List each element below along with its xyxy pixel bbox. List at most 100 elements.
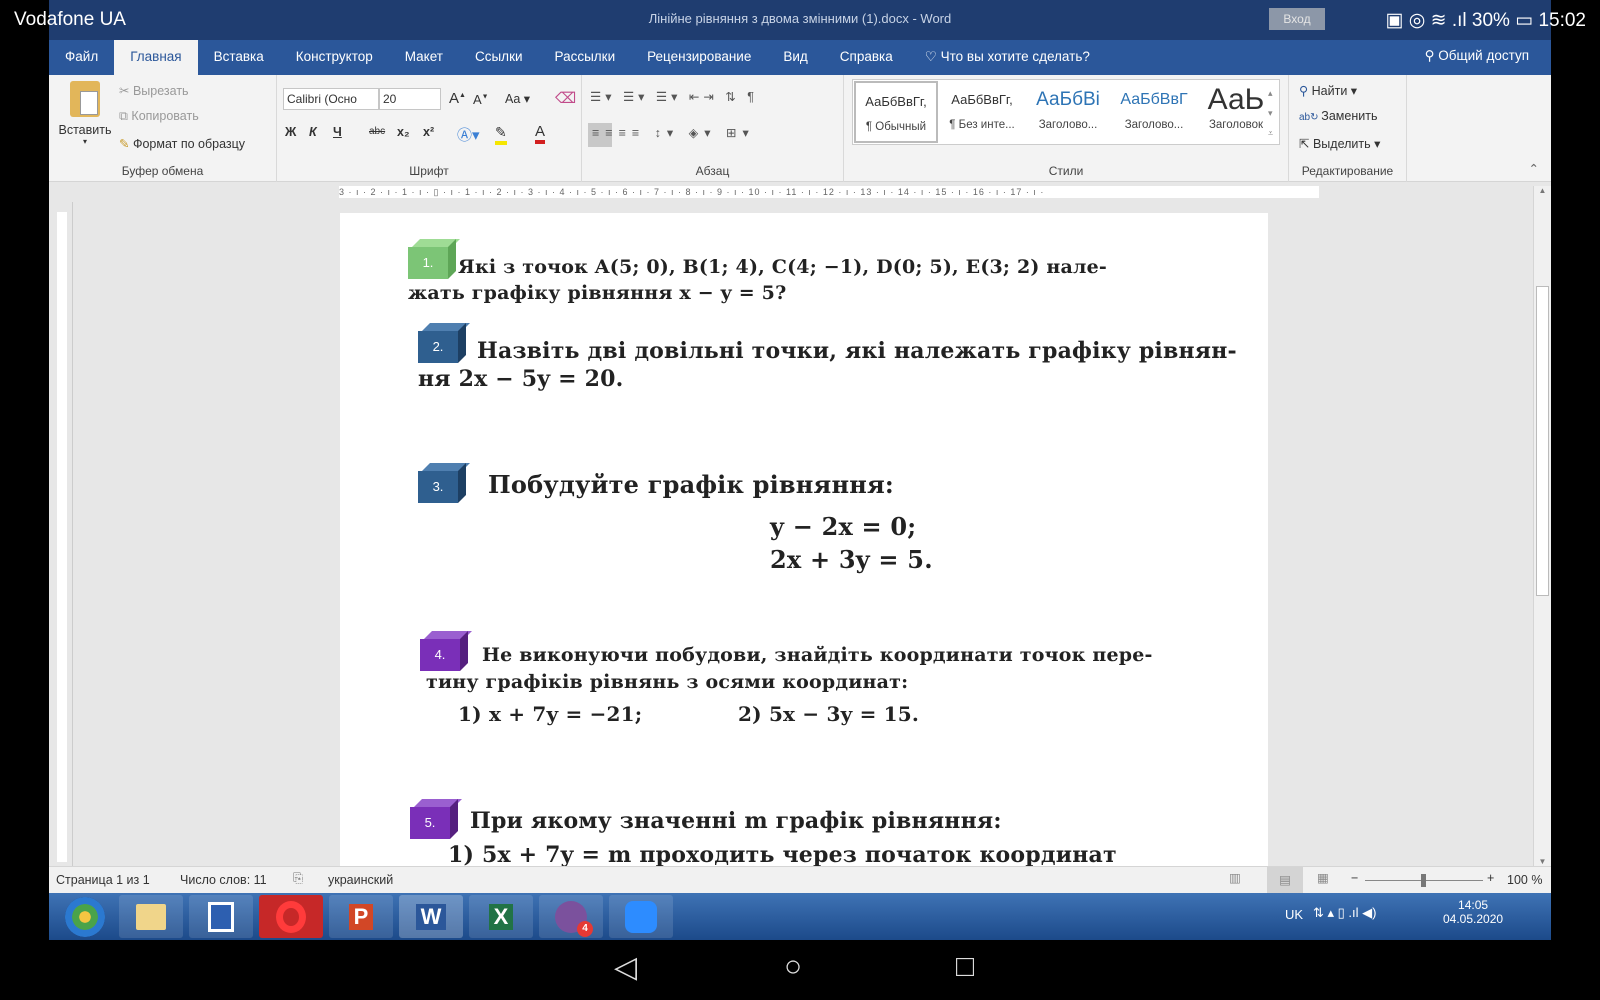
web-layout-icon[interactable]: ▦ — [1317, 870, 1329, 885]
proofing-icon[interactable]: ⎘ — [293, 871, 303, 886]
cut-button[interactable]: ✂ Вырезать — [119, 83, 189, 98]
shrink-font-button[interactable]: A▼ — [473, 92, 489, 107]
superscript-button[interactable]: x² — [423, 125, 434, 139]
strikethrough-button[interactable]: abc — [369, 126, 385, 137]
search-icon: ⚲ — [1299, 84, 1312, 98]
change-case-label: Aa — [505, 92, 521, 106]
subscript-button[interactable]: x₂ — [397, 125, 410, 139]
ribbon: Вставить ▾ ✂ Вырезать ⧉ Копировать ✎ Фор… — [49, 75, 1551, 182]
windows-logo-icon — [65, 896, 105, 937]
document-page[interactable]: 1. Які з точок A(5; 0), B(1; 4), C(4; −1… — [340, 213, 1268, 866]
tab-help[interactable]: Справка — [824, 40, 909, 75]
zoom-level[interactable]: 100 % — [1507, 873, 1542, 887]
clipboard-group-label: Буфер обмена — [121, 164, 204, 178]
select-button[interactable]: ⇱ Выделить ▾ — [1299, 136, 1380, 151]
powerpoint-icon: P — [348, 903, 374, 930]
find-button[interactable]: ⚲ Найти ▾ — [1299, 83, 1357, 98]
login-button[interactable]: Вход — [1269, 8, 1325, 30]
input-language[interactable]: UK — [1285, 907, 1303, 922]
page-count[interactable]: Страница 1 из 1 — [56, 873, 150, 887]
tab-review[interactable]: Рецензирование — [631, 40, 767, 75]
horizontal-ruler[interactable]: 3 · ı · 2 · ı · 1 · ı · ▯ · ı · 1 · ı · … — [49, 182, 1551, 202]
font-size-select[interactable]: 20 — [379, 88, 441, 110]
zoom-slider-thumb[interactable] — [1421, 874, 1426, 887]
recents-icon[interactable]: □ — [956, 950, 974, 984]
copy-button[interactable]: ⧉ Копировать — [119, 109, 199, 124]
clear-formatting-icon[interactable]: ⌫ — [555, 89, 576, 107]
style-normal[interactable]: АаБбВвГг, ¶ Обычный — [854, 81, 938, 143]
tab-view[interactable]: Вид — [767, 40, 823, 75]
home-icon[interactable]: ○ — [784, 950, 802, 984]
format-painter-button[interactable]: ✎ Формат по образцу — [119, 136, 245, 151]
styles-scroll[interactable]: ▴ ▾ ⩡ — [1268, 83, 1273, 143]
italic-button[interactable]: К — [309, 125, 317, 139]
format-painter-label: Формат по образцу — [132, 137, 246, 151]
tray-clock[interactable]: 14:05 04.05.2020 — [1443, 898, 1503, 926]
tab-design[interactable]: Конструктор — [280, 40, 389, 75]
style-heading-2[interactable]: АаБбВвГ Заголово... — [1112, 81, 1196, 143]
highlight-icon[interactable]: ✎ — [495, 124, 507, 145]
list-buttons[interactable]: ☰▾ ☰▾ ☰▾ ⇤⇥ ⇅ ¶ — [590, 89, 758, 104]
tab-references[interactable]: Ссылки — [459, 40, 539, 75]
font-color-icon[interactable]: A — [535, 123, 546, 144]
back-icon[interactable]: ◁ — [614, 950, 637, 985]
editing-group-label: Редактирование — [1301, 164, 1394, 178]
tray-icons[interactable]: ⇅ ▴ ▯ .ıl ◀) — [1313, 905, 1376, 921]
zoom-out-button[interactable]: − — [1351, 871, 1358, 885]
clipboard-group: Вставить ▾ ✂ Вырезать ⧉ Копировать ✎ Фор… — [49, 75, 277, 182]
tell-me-search[interactable]: ♡ Что вы хотите сделать? — [909, 40, 1106, 75]
word-count[interactable]: Число слов: 11 — [180, 873, 267, 887]
tab-insert[interactable]: Вставка — [198, 40, 280, 75]
task-text-line: Не виконуючи побудови, знайдіть координа… — [482, 644, 1153, 666]
word-taskbar-button[interactable]: W — [399, 895, 463, 938]
tab-mailings[interactable]: Рассылки — [539, 40, 632, 75]
share-button[interactable]: ⚲ Общий доступ — [1425, 48, 1529, 64]
android-nav-bar: ◁ ○ □ — [0, 940, 1600, 1000]
taskbar: P W X 4 UK ⇅ ▴ ▯ .ıl ◀) 14:05 04.05.2020 — [49, 893, 1551, 940]
paste-button[interactable]: Вставить ▾ — [57, 81, 113, 146]
style-heading-1[interactable]: АаБбВі Заголово... — [1026, 81, 1110, 143]
text-effects-icon[interactable]: Ⓐ▾ — [457, 124, 480, 145]
task-text-line: 1) 5x + 7y = m проходить через початок к… — [448, 842, 1117, 866]
tab-file[interactable]: Файл — [49, 40, 114, 75]
viber-taskbar-button[interactable]: 4 — [539, 895, 603, 938]
powerpoint-taskbar-button[interactable]: P — [329, 895, 393, 938]
font-name-select[interactable]: Calibri (Осно — [283, 88, 379, 110]
zoom-camera-icon — [625, 900, 657, 933]
title-bar: Лінійне рівняння з двома змінними (1).do… — [49, 0, 1551, 40]
style-no-spacing[interactable]: АаБбВвГг, ¶ Без инте... — [940, 81, 1024, 143]
collapse-ribbon-icon[interactable]: ⌃ — [1529, 161, 1539, 176]
style-title[interactable]: АаЬ Заголовок — [1194, 81, 1278, 143]
tab-layout[interactable]: Макет — [389, 40, 459, 75]
font-group: Calibri (Осно 20 A▲ A▼ Aa ▾ ⌫ Ж К Ч abc … — [277, 75, 582, 182]
replace-button[interactable]: ab↻ Заменить — [1299, 109, 1377, 123]
bold-button[interactable]: Ж — [285, 125, 296, 139]
language[interactable]: украинский — [328, 873, 393, 887]
underline-button[interactable]: Ч — [333, 125, 342, 139]
android-status-right: ▣ ◎ ≋ .ıl 30% ▭ 15:02 — [1385, 10, 1586, 31]
alignment-icons[interactable]: ≡≡≡≡ ↕▾ ◈▾ ⊞▾ — [592, 125, 755, 140]
zoom-taskbar-button[interactable] — [609, 895, 673, 938]
grow-font-button[interactable]: A▲ — [449, 90, 466, 107]
excel-taskbar-button[interactable]: X — [469, 895, 533, 938]
copy-icon: ⧉ — [119, 109, 132, 123]
window-title: Лінійне рівняння з двома змінними (1).do… — [648, 11, 952, 26]
tab-home[interactable]: Главная — [114, 40, 198, 75]
vertical-scrollbar[interactable]: ▲ ▼ — [1533, 186, 1551, 866]
tell-me-label: Что вы хотите сделать? — [940, 49, 1090, 64]
battery-level: 30% — [1471, 10, 1510, 31]
replace-icon: ab↻ — [1299, 112, 1322, 123]
clock: 15:02 — [1538, 10, 1586, 31]
carrier-name: Vodafone UA — [14, 9, 126, 30]
task-text-line: тину графіків рівнянь з осями координат: — [426, 671, 909, 693]
read-mode-icon[interactable]: ▥ — [1229, 870, 1241, 885]
start-button[interactable] — [53, 895, 117, 938]
zoom-in-button[interactable]: + — [1487, 871, 1494, 885]
print-layout-icon[interactable]: ▤ — [1267, 867, 1303, 893]
explorer-taskbar-button[interactable] — [119, 895, 183, 938]
cursor-icon: ⇱ — [1299, 137, 1313, 151]
change-case-button[interactable]: Aa ▾ — [505, 91, 530, 106]
opera-taskbar-button[interactable] — [259, 895, 323, 938]
save-app-taskbar-button[interactable] — [189, 895, 253, 938]
scroll-thumb[interactable] — [1536, 286, 1549, 596]
